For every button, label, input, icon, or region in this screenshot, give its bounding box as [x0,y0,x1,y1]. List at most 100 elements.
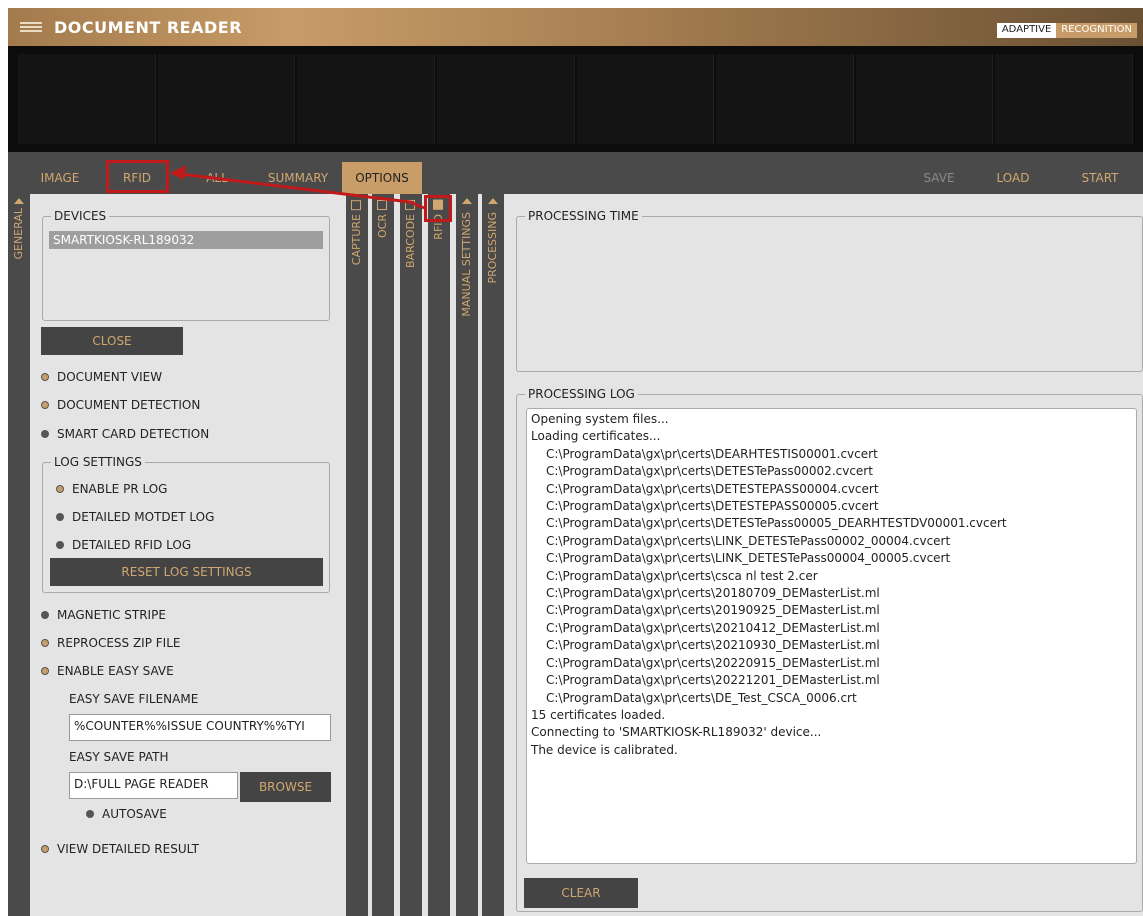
radio-dot-icon [41,611,49,619]
processing-time-group: PROCESSING TIME [516,209,1143,372]
log-line: C:\ProgramData\gx\pr\certs\20210412_DEMa… [546,620,880,635]
collapse-arrow-icon [462,198,472,204]
brand-recognition: RECOGNITION [1056,23,1137,38]
strip-manual-settings-label: MANUAL SETTINGS [460,212,473,317]
annotation-highlight-rfid-tab [106,160,169,193]
thumbnail-slot[interactable] [855,54,994,144]
log-line: The device is calibrated. [531,742,678,757]
strip-ocr[interactable]: OCR [372,194,394,916]
radio-dot-icon [41,639,49,647]
brand-adaptive: ADAPTIVE [996,23,1057,38]
radio-dot-icon [86,810,94,818]
strip-ocr-label: OCR [376,200,389,238]
tab-image[interactable]: IMAGE [26,162,94,194]
devices-label: DEVICES [51,209,110,223]
log-line: C:\ProgramData\gx\pr\certs\DETESTePass00… [546,464,873,479]
log-line: C:\ProgramData\gx\pr\certs\DETESTEPASS00… [546,499,879,514]
options-panel: GENERAL DEVICES SMARTKIOSK-RL189032 CLOS… [8,194,1143,916]
annotation-highlight-rfid-checkbox [424,195,452,222]
smart-card-detection-option[interactable]: SMART CARD DETECTION [41,427,209,441]
strip-barcode-label: BARCODE [404,200,417,268]
title-bar: DOCUMENT READER ADAPTIVE RECOGNITION [8,8,1143,46]
app-logo-icon [20,22,42,32]
processing-log-label: PROCESSING LOG [525,387,638,401]
start-button[interactable]: START [1070,162,1130,194]
reset-log-settings-button[interactable]: RESET LOG SETTINGS [50,558,323,586]
easy-save-filename-input[interactable]: %COUNTER%%ISSUE COUNTRY%%TYI [69,714,331,741]
radio-dot-icon [56,485,64,493]
radio-dot-icon [41,667,49,675]
radio-dot-icon [41,430,49,438]
processing-log-text[interactable]: Opening system files... Loading certific… [526,408,1137,864]
log-line: C:\ProgramData\gx\pr\certs\20190925_DEMa… [546,603,880,618]
strip-manual-settings[interactable]: MANUAL SETTINGS [456,194,478,916]
log-line: Connecting to 'SMARTKIOSK-RL189032' devi… [531,725,822,740]
enable-easy-save-option[interactable]: ENABLE EASY SAVE [41,664,174,678]
tab-options[interactable]: OPTIONS [342,162,422,194]
tab-summary[interactable]: SUMMARY [258,162,338,194]
devices-list[interactable]: SMARTKIOSK-RL189032 [49,231,323,314]
tab-bar: IMAGE RFID ALL SUMMARY OPTIONS SAVE LOAD… [8,152,1143,194]
strip-barcode[interactable]: BARCODE [400,194,422,916]
processing-time-label: PROCESSING TIME [525,209,642,223]
log-line: C:\ProgramData\gx\pr\certs\csca nl test … [546,568,818,583]
document-detection-option[interactable]: DOCUMENT DETECTION [41,398,200,412]
brand-logo: ADAPTIVE RECOGNITION [996,23,1137,38]
magnetic-stripe-option[interactable]: MAGNETIC STRIPE [41,608,166,622]
log-line: C:\ProgramData\gx\pr\certs\20221201_DEMa… [546,673,880,688]
document-view-option[interactable]: DOCUMENT VIEW [41,370,162,384]
strip-general[interactable]: GENERAL [8,194,30,916]
log-line: 15 certificates loaded. [531,707,666,722]
autosave-option[interactable]: AUTOSAVE [86,807,167,821]
devices-group: DEVICES SMARTKIOSK-RL189032 [42,209,330,321]
thumbnail-strip [8,46,1143,152]
load-button[interactable]: LOAD [986,162,1040,194]
save-button[interactable]: SAVE [914,162,964,194]
thumbnail-slot[interactable] [297,54,435,144]
log-settings-label: LOG SETTINGS [51,455,145,469]
barcode-checkbox[interactable] [405,200,416,210]
thumbnail-slot[interactable] [436,54,575,144]
view-detailed-result-option[interactable]: VIEW DETAILED RESULT [41,842,199,856]
thumbnail-slot[interactable] [576,54,715,144]
tab-all[interactable]: ALL [184,162,250,194]
ocr-checkbox[interactable] [377,200,388,210]
device-item[interactable]: SMARTKIOSK-RL189032 [49,231,323,249]
clear-button[interactable]: CLEAR [524,878,638,908]
close-button[interactable]: CLOSE [41,327,183,355]
thumbnail-slot[interactable] [157,54,296,144]
easy-save-filename-label: EASY SAVE FILENAME [69,692,199,706]
browse-button[interactable]: BROWSE [240,772,331,802]
log-line: C:\ProgramData\gx\pr\certs\LINK_DETESTeP… [546,533,951,548]
app-title: DOCUMENT READER [54,17,243,37]
log-line: Opening system files... [531,412,669,426]
capture-checkbox[interactable] [351,200,362,210]
log-line: C:\ProgramData\gx\pr\certs\DETESTEPASS00… [546,481,879,496]
easy-save-path-input[interactable]: D:\FULL PAGE READER [69,772,238,799]
detailed-motdet-log-option[interactable]: DETAILED MOTDET LOG [56,510,214,524]
easy-save-path-label: EASY SAVE PATH [69,750,169,764]
log-line: C:\ProgramData\gx\pr\certs\20220915_DEMa… [546,655,880,670]
strip-processing[interactable]: PROCESSING [482,194,504,916]
log-line: Loading certificates... [531,429,661,444]
log-line: C:\ProgramData\gx\pr\certs\LINK_DETESTeP… [546,551,951,566]
thumbnail-slot[interactable] [18,54,156,144]
thumbnail-slot[interactable] [995,54,1133,144]
radio-dot-icon [41,401,49,409]
strip-rfid[interactable]: RFID [428,194,450,916]
strip-general-label: GENERAL [12,208,25,260]
enable-pr-log-option[interactable]: ENABLE PR LOG [56,482,167,496]
reprocess-zip-file-option[interactable]: REPROCESS ZIP FILE [41,636,180,650]
log-line: C:\ProgramData\gx\pr\certs\DEARHTESTIS00… [546,446,878,461]
log-line: C:\ProgramData\gx\pr\certs\20180709_DEMa… [546,586,880,601]
radio-dot-icon [56,541,64,549]
thumbnail-slot[interactable] [716,54,854,144]
log-line: C:\ProgramData\gx\pr\certs\DE_Test_CSCA_… [546,690,857,705]
detailed-rfid-log-option[interactable]: DETAILED RFID LOG [56,538,191,552]
collapse-arrow-icon [14,198,24,204]
radio-dot-icon [41,373,49,381]
strip-capture-label: CAPTURE [350,200,363,265]
strip-processing-label: PROCESSING [486,212,499,284]
strip-capture[interactable]: CAPTURE [346,194,368,916]
log-line: C:\ProgramData\gx\pr\certs\20210930_DEMa… [546,638,880,653]
